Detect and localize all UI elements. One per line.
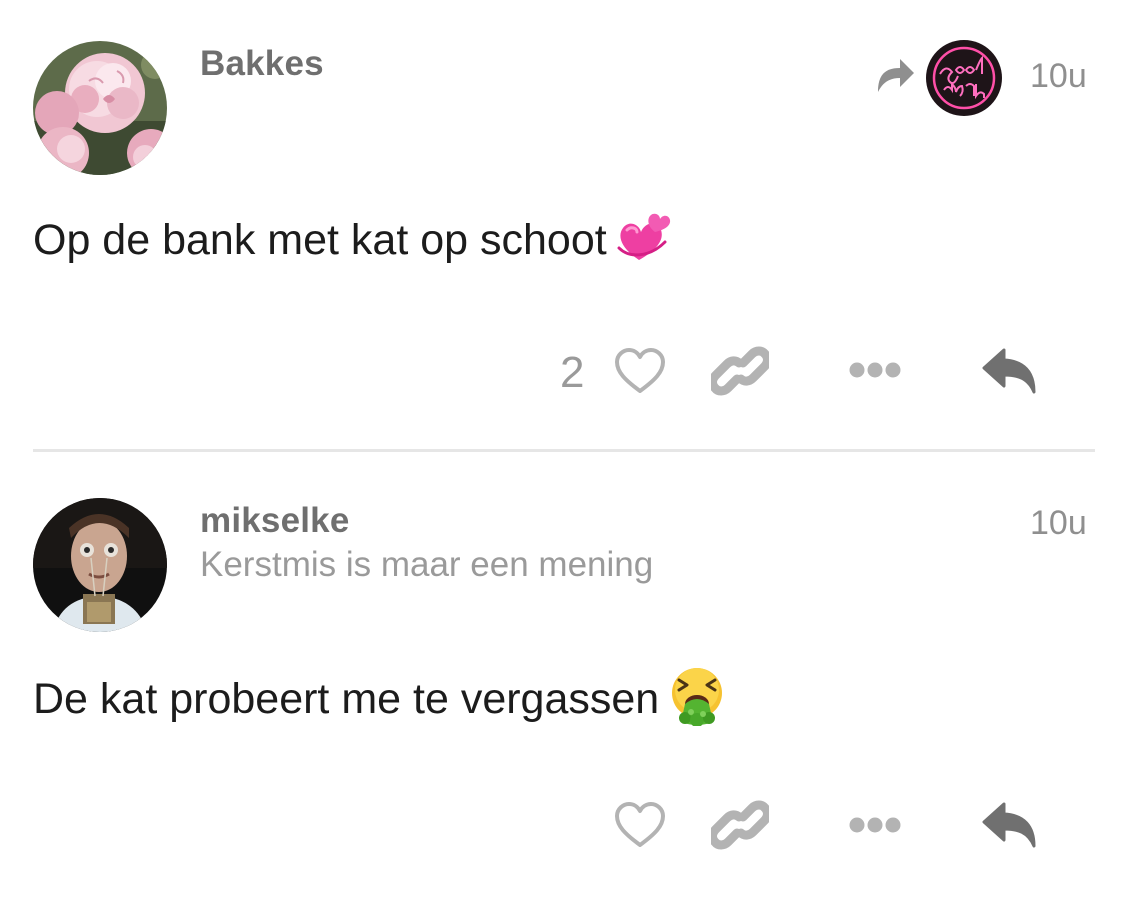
post-time[interactable]: 10u <box>1030 57 1087 96</box>
link-icon <box>711 346 769 396</box>
pink-peony-avatar <box>33 41 167 175</box>
username[interactable]: Bakkes <box>200 44 324 84</box>
post-content: Op de bank met kat op schoot <box>33 210 673 275</box>
post-mikselke[interactable]: mikselke Kerstmis is maar een mening 10u… <box>0 452 1125 899</box>
more-options-button[interactable] <box>846 355 904 385</box>
link-icon <box>711 800 769 850</box>
user-subtitle: Kerstmis is maar een mening <box>200 545 654 584</box>
post-content: De kat probeert me te vergassen <box>33 666 727 737</box>
reply-button[interactable] <box>980 346 1040 396</box>
post-text: De kat probeert me te vergassen <box>33 674 660 723</box>
reply-arrow-icon <box>982 348 1036 394</box>
heart-icon <box>615 348 665 393</box>
post-bakkes[interactable]: Bakkes 10u Op de bank met kat op schoot <box>0 0 1125 450</box>
reply-button[interactable] <box>980 800 1040 850</box>
copy-link-button[interactable] <box>708 796 772 854</box>
more-options-button[interactable] <box>846 810 904 840</box>
like-count: 2 <box>560 348 585 397</box>
portrait-photo-avatar <box>33 498 167 632</box>
post-time[interactable]: 10u <box>1030 504 1087 543</box>
revolving-hearts-emoji <box>615 210 673 275</box>
like-button[interactable] <box>610 344 670 398</box>
good-night-neon-avatar <box>926 40 1002 116</box>
reply-arrow-icon <box>982 802 1036 848</box>
boosted-by-avatar[interactable] <box>926 40 1002 116</box>
ellipsis-icon <box>849 362 901 378</box>
like-button[interactable] <box>610 798 670 852</box>
vomiting-face-emoji <box>667 666 727 737</box>
avatar-bakkes[interactable] <box>33 41 167 175</box>
avatar-mikselke[interactable] <box>33 498 167 632</box>
boost-indicator <box>874 56 916 101</box>
username[interactable]: mikselke <box>200 501 350 541</box>
post-text: Op de bank met kat op schoot <box>33 215 607 264</box>
copy-link-button[interactable] <box>708 342 772 400</box>
ellipsis-icon <box>849 817 901 833</box>
boost-arrow-icon <box>878 59 914 92</box>
heart-icon <box>615 802 665 847</box>
